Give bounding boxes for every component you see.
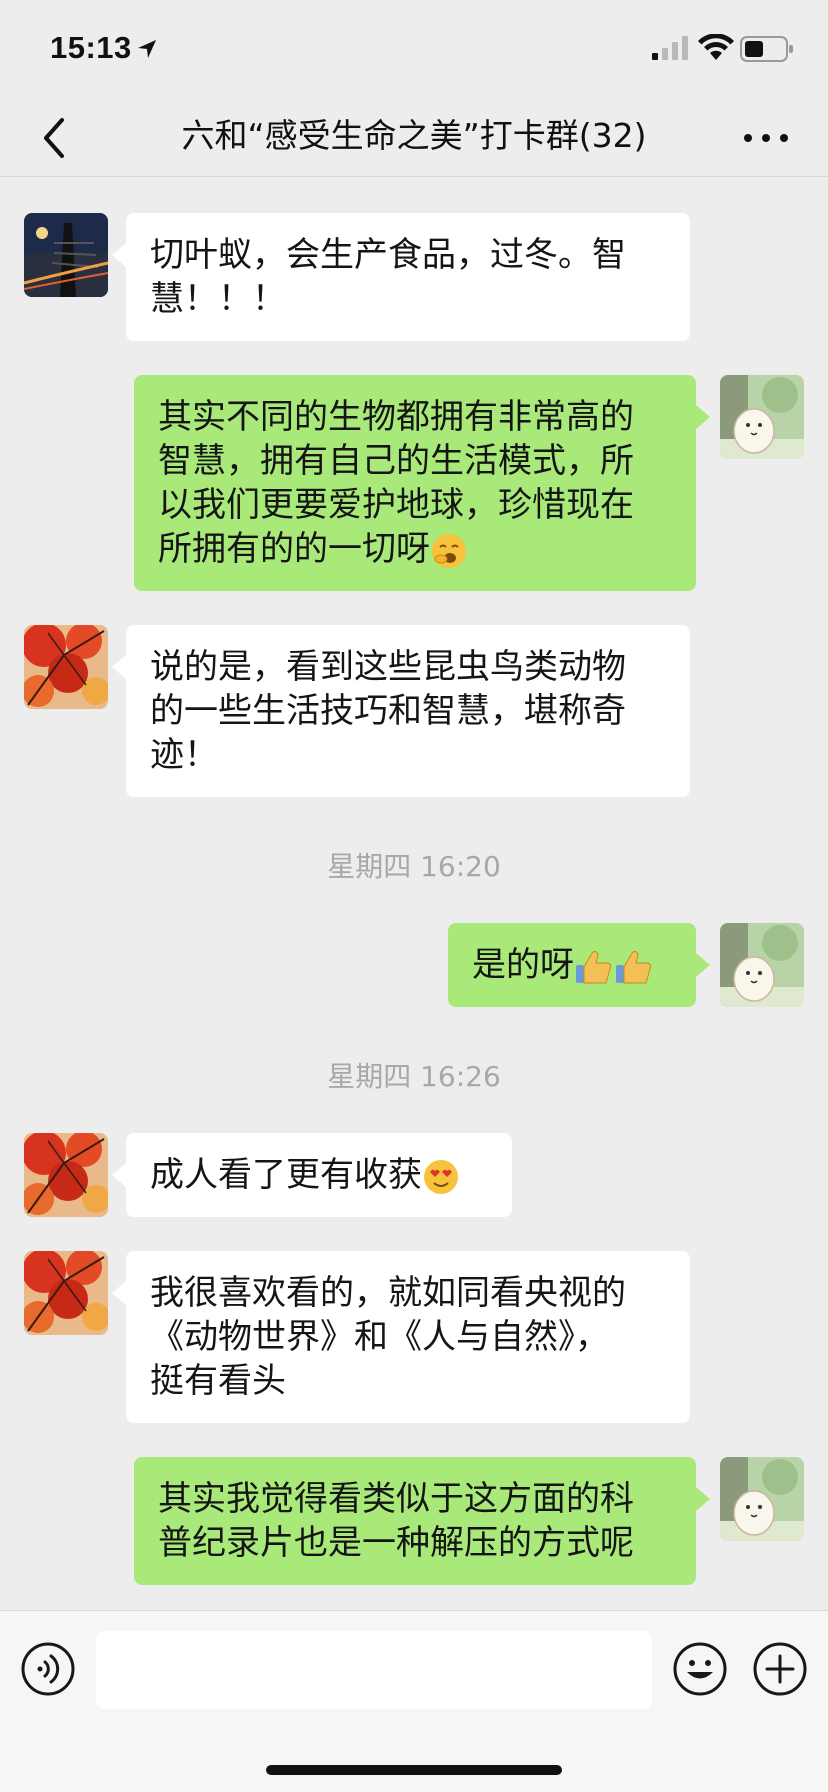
- message-input[interactable]: [96, 1631, 652, 1709]
- message-text: 成人看了更有收获: [150, 1155, 422, 1195]
- location-arrow-icon: [138, 40, 156, 58]
- message-bubble[interactable]: 是的呀: [448, 923, 710, 1007]
- message-bubble[interactable]: 其实我觉得看类似于这方面的科 普纪录片也是一种解压的方式呢: [134, 1457, 710, 1585]
- message-timestamp: 星期四 16:26: [327, 1060, 501, 1093]
- chat-title: 六和“感受生命之美”打卡群(32): [181, 116, 647, 155]
- chat-header: 六和“感受生命之美”打卡群(32): [0, 100, 828, 177]
- ellipsis-icon[interactable]: [738, 120, 794, 156]
- message-text: 其实不同的生物都拥有非常高的 智慧，拥有自己的生活模式，所 以我们更要爱护地球，…: [158, 397, 634, 569]
- wifi-icon: [698, 34, 734, 60]
- battery-icon: [740, 36, 793, 62]
- yawning-face-emoji: [432, 533, 466, 568]
- message-bubble[interactable]: 成人看了更有收获: [112, 1133, 512, 1217]
- maple-leaves-avatar[interactable]: [24, 1133, 108, 1217]
- chevron-left-icon[interactable]: [36, 110, 76, 166]
- status-bar: 15:13: [0, 0, 828, 100]
- voice-icon[interactable]: [20, 1641, 76, 1697]
- heart-eyes-emoji: [424, 1159, 458, 1194]
- cartoon-alpaca-avatar[interactable]: [720, 375, 804, 459]
- chat-screen: 15:13 六和“感受生命之美”打卡群(32) 切叶蚁，会生产食品，过冬。智 慧…: [0, 0, 828, 1792]
- message-text: 是的呀: [472, 945, 574, 985]
- message-bubble[interactable]: 我很喜欢看的，就如同看央视的 《动物世界》和《人与自然》， 挺有看头: [112, 1251, 690, 1423]
- smiley-icon[interactable]: [672, 1641, 728, 1697]
- input-bar: [0, 1610, 828, 1792]
- night-bridge-avatar[interactable]: [24, 213, 108, 297]
- maple-leaves-avatar[interactable]: [24, 625, 108, 709]
- maple-leaves-avatar[interactable]: [24, 1251, 108, 1335]
- message-bubble[interactable]: 说的是，看到这些昆虫鸟类动物 的一些生活技巧和智慧，堪称奇 迹！: [112, 625, 690, 797]
- message-timestamp: 星期四 16:20: [327, 850, 501, 883]
- home-indicator: [266, 1765, 562, 1775]
- cartoon-alpaca-avatar[interactable]: [720, 923, 804, 1007]
- cellular-signal-icon: [652, 36, 688, 60]
- status-time: 15:13: [50, 30, 132, 65]
- message-list[interactable]: 切叶蚁，会生产食品，过冬。智 慧！！！ 其实不同的生物都拥有非常高的 智慧，拥有…: [0, 177, 828, 1609]
- thumbs-up-emoji: [576, 950, 652, 983]
- message-bubble[interactable]: 其实不同的生物都拥有非常高的 智慧，拥有自己的生活模式，所 以我们更要爱护地球，…: [134, 375, 710, 591]
- message-bubble[interactable]: 切叶蚁，会生产食品，过冬。智 慧！！！: [112, 213, 690, 341]
- plus-circle-icon[interactable]: [752, 1641, 808, 1697]
- cartoon-alpaca-avatar[interactable]: [720, 1457, 804, 1541]
